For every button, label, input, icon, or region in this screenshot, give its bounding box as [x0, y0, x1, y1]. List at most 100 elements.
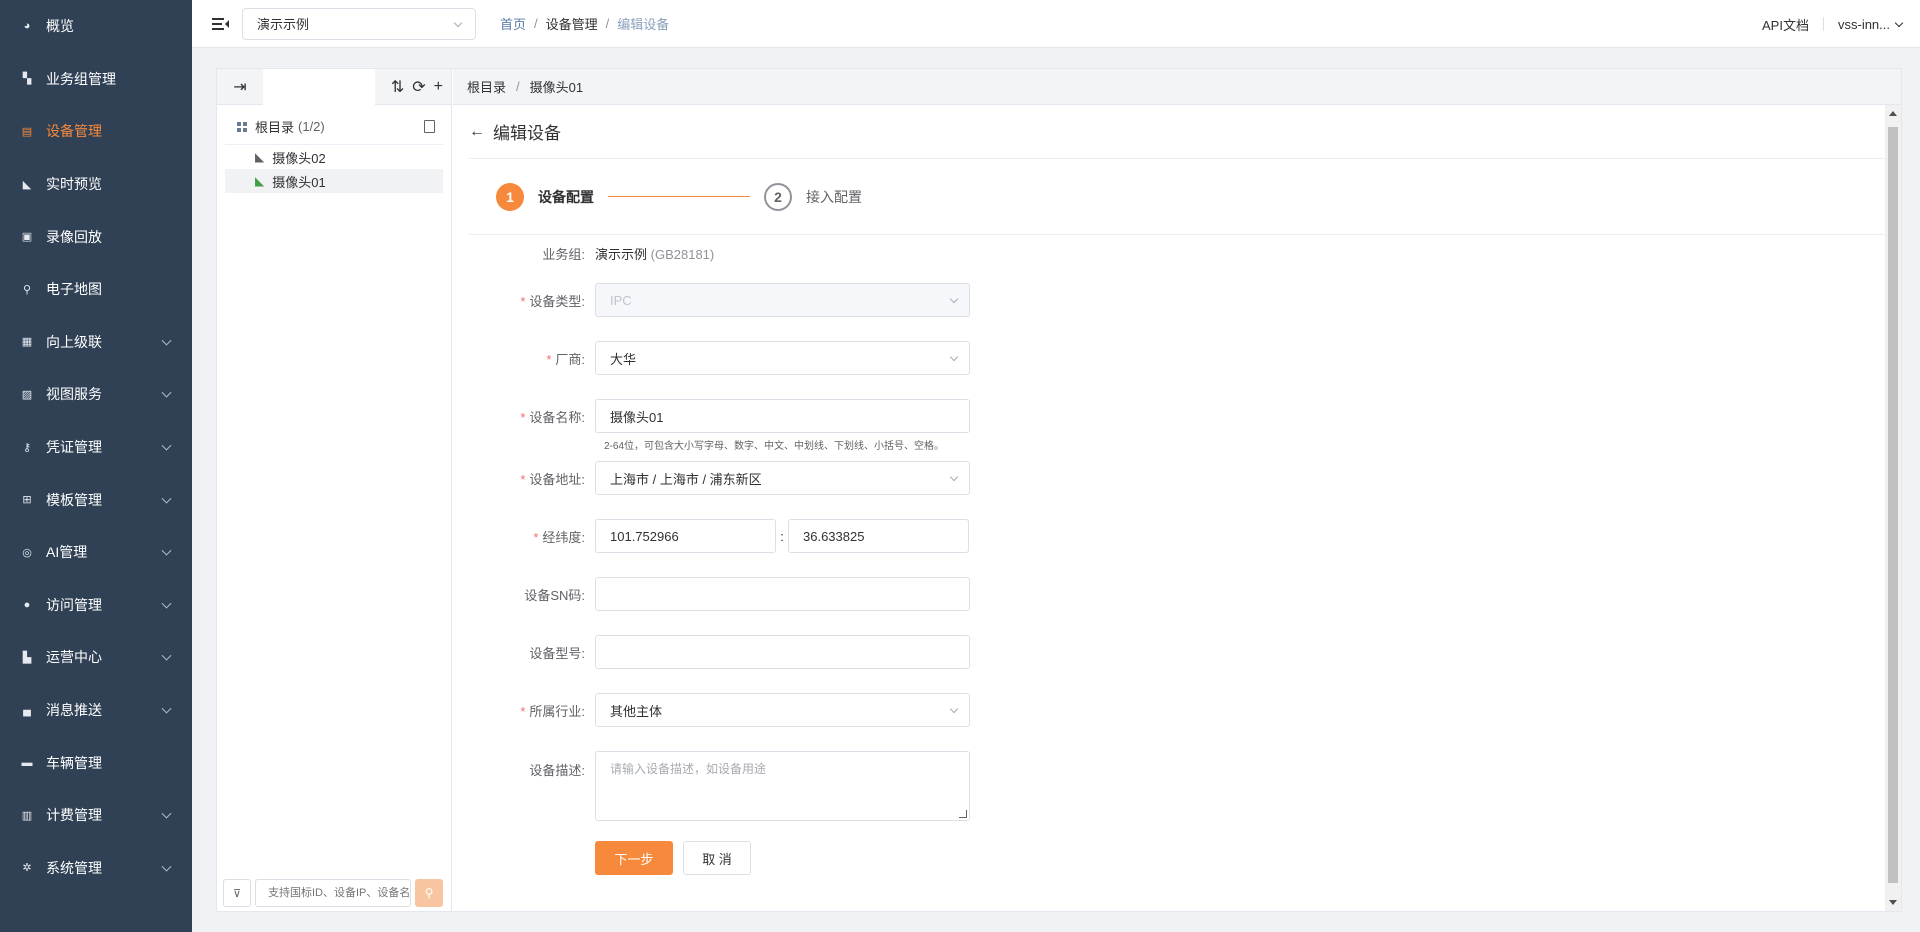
device-type-value: IPC	[610, 292, 632, 308]
sidebar-item[interactable]: ✲ 系统管理	[0, 842, 192, 895]
org-select[interactable]: 演示示例	[242, 7, 476, 40]
longitude-input[interactable]: 101.752966	[595, 519, 776, 553]
add-icon[interactable]: +	[434, 78, 443, 96]
sidebar-item[interactable]: ◕ 概览	[0, 0, 192, 53]
tree-toolbar: ⇥ ⇅ ⟳ +	[217, 69, 451, 105]
device-type-label-text: 设备类型:	[529, 293, 585, 309]
device-name-input[interactable]: 摄像头01	[595, 399, 970, 433]
sidebar-item[interactable]: ▚ 业务组管理	[0, 53, 192, 106]
tree-search-input[interactable]	[255, 879, 411, 907]
scroll-down-icon[interactable]	[1889, 900, 1897, 905]
device-breadcrumb-root[interactable]: 根目录	[467, 77, 506, 96]
edit-panel: 根目录 / 摄像头01 ← 编辑设备 1 设备配置 2 接入配置 业务组: 演示…	[453, 69, 1901, 911]
chevron-down-icon	[949, 352, 959, 362]
sidebar-item[interactable]: ▙ 运营中心	[0, 631, 192, 684]
form-row-description: 设备描述: 请输入设备描述，如设备用途	[469, 751, 1089, 821]
required-mark: *	[533, 529, 539, 545]
filter-icon[interactable]: ⊽	[223, 879, 251, 907]
chevron-down-icon	[161, 808, 172, 819]
form-row-device-type: * 设备类型: IPC	[469, 283, 1089, 317]
breadcrumb-device-management[interactable]: 设备管理	[546, 14, 598, 33]
sidebar-item-label: 向上级联	[46, 333, 102, 350]
api-docs-link[interactable]: API文档	[1762, 15, 1809, 34]
video-icon: ▣	[21, 231, 33, 244]
required-mark: *	[520, 293, 526, 309]
sort-icon[interactable]: ⇅	[391, 77, 404, 97]
sidebar-item[interactable]: ⚲ 电子地图	[0, 263, 192, 316]
tree-node[interactable]: ◣ 摄像头02	[225, 145, 443, 169]
document-icon[interactable]	[424, 120, 435, 133]
scrollbar-thumb[interactable]	[1888, 127, 1898, 883]
tree-root[interactable]: 根目录 (1/2)	[225, 109, 443, 145]
step-access-config[interactable]: 2 接入配置	[764, 182, 862, 211]
industry-label-text: 所属行业:	[529, 703, 585, 719]
user-name: vss-inn...	[1837, 16, 1890, 32]
breadcrumb-home[interactable]: 首页	[500, 14, 526, 33]
form-row-address: * 设备地址: 上海市 / 上海市 / 浦东新区	[469, 461, 1089, 495]
vendor-label: * 厂商:	[469, 349, 595, 368]
tree-node[interactable]: ◣ 摄像头01	[225, 169, 443, 193]
form-row-vendor: * 厂商: 大华	[469, 341, 1089, 375]
sidebar-item[interactable]: ▦ 向上级联	[0, 316, 192, 369]
sidebar-item-label: 访问管理	[46, 596, 102, 613]
breadcrumb-separator: /	[516, 79, 520, 94]
sidebar-item[interactable]: ◣ 实时预览	[0, 158, 192, 211]
cascade-icon: ▦	[21, 336, 33, 349]
key-icon: ⚷	[22, 441, 32, 454]
form-row-model: 设备型号:	[469, 635, 1089, 669]
chevron-down-icon	[949, 294, 959, 304]
model-input[interactable]	[595, 635, 970, 669]
content-card: ⇥ ⇅ ⟳ + 根目录 (1/2) ◣ 摄像头02 ◣ 摄像头01 ⊽ ⚲ 根目录 /…	[216, 68, 1902, 912]
description-textarea[interactable]: 请输入设备描述，如设备用途	[595, 751, 970, 821]
sidebar-item-label: 概览	[46, 18, 74, 35]
cancel-button[interactable]: 取 消	[683, 841, 751, 875]
vendor-select[interactable]: 大华	[595, 341, 970, 375]
back-arrow-icon[interactable]: ←	[469, 123, 485, 141]
sidebar-item-label: 计费管理	[46, 807, 102, 824]
sidebar-item-label: 系统管理	[46, 859, 102, 876]
latlng-label-text: 经纬度:	[542, 529, 585, 545]
chevron-down-icon	[161, 651, 172, 661]
form-row-sn: 设备SN码:	[469, 577, 1089, 611]
sidebar-item[interactable]: ▬ 车辆管理	[0, 736, 192, 789]
sidebar-item-label: 车辆管理	[46, 754, 102, 771]
topbar: 演示示例 首页 / 设备管理 / 编辑设备 API文档 vss-inn...	[192, 0, 1920, 48]
sidebar-item[interactable]: ⚷ 凭证管理	[0, 421, 192, 474]
required-mark: *	[520, 471, 526, 487]
sidebar-item[interactable]: ◎ AI管理	[0, 526, 192, 579]
user-menu[interactable]: vss-inn...	[1837, 16, 1904, 32]
device-breadcrumb: 根目录 / 摄像头01	[453, 69, 1901, 105]
vertical-scrollbar[interactable]	[1885, 105, 1901, 911]
device-name-label-text: 设备名称:	[529, 409, 585, 425]
breadcrumb-separator: /	[534, 16, 538, 31]
longitude-value: 101.752966	[610, 528, 679, 544]
step-device-config[interactable]: 1 设备配置	[496, 182, 594, 211]
tree-toolbar-blank	[263, 69, 375, 105]
refresh-icon[interactable]: ⟳	[412, 77, 425, 97]
search-icon[interactable]: ⚲	[415, 879, 443, 907]
sidebar-item[interactable]: ● 访问管理	[0, 579, 192, 632]
chevron-down-icon	[161, 440, 172, 451]
latitude-input[interactable]: 36.633825	[788, 519, 969, 553]
next-button[interactable]: 下一步	[595, 841, 673, 875]
billing-icon: ▥	[21, 809, 33, 822]
address-cascader[interactable]: 上海市 / 上海市 / 浦东新区	[595, 461, 970, 495]
form-row-latlng: * 经纬度: 101.752966 : 36.633825	[469, 519, 1089, 553]
tree-nodes: ◣ 摄像头02 ◣ 摄像头01	[217, 145, 451, 193]
chevron-down-icon	[161, 703, 172, 714]
sidebar-item[interactable]: ▣ 录像回放	[0, 210, 192, 263]
sidebar-item[interactable]: ▤ 设备管理	[0, 105, 192, 158]
sn-input[interactable]	[595, 577, 970, 611]
industry-select[interactable]: 其他主体	[595, 693, 970, 727]
camera-icon: ◣	[255, 150, 265, 164]
sidebar-item[interactable]: ▥ 计费管理	[0, 789, 192, 842]
indent-icon[interactable]: ⇥	[217, 69, 263, 105]
camera-icon: ◣	[22, 178, 32, 191]
sidebar-item[interactable]: ▨ 视图服务	[0, 368, 192, 421]
resize-handle-icon[interactable]	[959, 810, 967, 818]
sidebar-item[interactable]: ⊞ 模板管理	[0, 473, 192, 526]
scroll-up-icon[interactable]	[1889, 111, 1897, 116]
step-label: 设备配置	[538, 188, 594, 205]
menu-toggle-icon[interactable]	[212, 17, 229, 31]
sidebar-item[interactable]: ▄ 消息推送	[0, 684, 192, 737]
